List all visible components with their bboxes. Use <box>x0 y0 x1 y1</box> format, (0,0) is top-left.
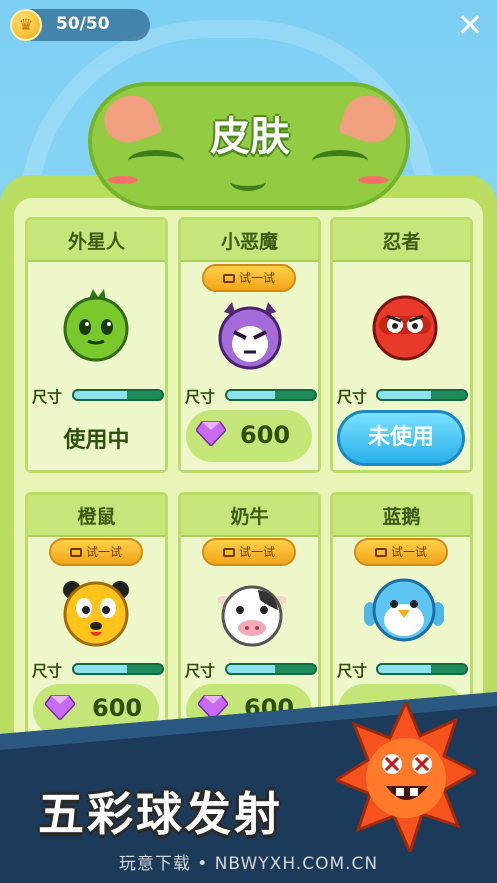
size-label: 尺寸 <box>32 662 63 680</box>
watermark: 玩意下载 • NBWYXH.COM.CN <box>118 854 379 874</box>
unused-button[interactable]: 未使用 <box>337 410 465 466</box>
size-bar <box>225 663 317 675</box>
spiky-monster-icon <box>336 702 476 852</box>
page-title: 皮肤 <box>210 114 290 160</box>
try-button[interactable]: 试一试 <box>49 538 143 566</box>
size-bar <box>376 663 468 675</box>
try-button[interactable]: 试一试 <box>354 538 448 566</box>
ninja-ball-icon <box>372 295 438 361</box>
try-button[interactable]: 试一试 <box>202 264 296 292</box>
close-button[interactable]: ✕ <box>454 9 486 41</box>
size-bar <box>225 389 317 401</box>
price-value: 600 <box>240 421 291 449</box>
size-bar <box>72 389 164 401</box>
cat-mouth <box>230 172 266 191</box>
in-use-status: 使用中 <box>63 428 130 453</box>
skin-name: 外星人 <box>67 231 125 253</box>
crown-coin-icon: ♛ <box>10 9 42 41</box>
blue-goose-ball-icon <box>364 578 444 642</box>
size-label: 尺寸 <box>185 662 216 680</box>
alien-ball-icon <box>63 289 129 362</box>
size-bar <box>72 663 164 675</box>
cat-eye-right <box>312 150 368 172</box>
size-label: 尺寸 <box>337 388 368 406</box>
try-button[interactable]: 试一试 <box>202 538 296 566</box>
cow-ball-icon <box>218 585 286 647</box>
orange-mouse-ball-icon <box>63 581 129 647</box>
skin-name: 奶牛 <box>230 506 269 528</box>
coin-count: 50/50 <box>56 14 110 34</box>
devil-ball-icon <box>218 302 282 370</box>
cat-cheek-right <box>358 176 388 184</box>
cat-eye-left <box>128 150 184 172</box>
skin-name: 小恶魔 <box>220 231 278 253</box>
size-bar <box>376 389 468 401</box>
skin-name: 橙鼠 <box>77 506 116 528</box>
skin-name: 忍者 <box>382 231 421 253</box>
game-title: 五彩球发射 <box>38 787 283 841</box>
skin-name: 蓝鹅 <box>382 506 421 528</box>
video-icon <box>222 274 235 283</box>
size-label: 尺寸 <box>32 388 63 406</box>
video-icon <box>374 548 387 557</box>
video-icon <box>222 548 235 557</box>
video-icon <box>69 548 82 557</box>
cat-cheek-left <box>108 176 138 184</box>
size-label: 尺寸 <box>337 662 368 680</box>
gem-icon <box>196 421 226 446</box>
size-label: 尺寸 <box>185 388 216 406</box>
